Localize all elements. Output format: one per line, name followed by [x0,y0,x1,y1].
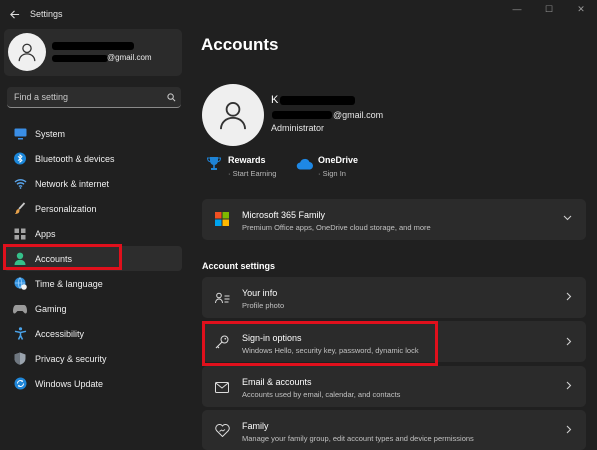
sidebar-item-label: Network & internet [35,178,110,189]
accounts-highlight-box [3,244,122,270]
microsoft-365-card[interactable]: Microsoft 365 Family Premium Office apps… [202,199,586,240]
sidebar-item-gaming[interactable]: Gaming [4,296,182,321]
back-arrow-icon [9,9,19,19]
chevron-right-icon[interactable] [566,381,572,393]
mail-icon [214,379,230,395]
sidebar-item-personalization[interactable]: Personalization [4,196,182,221]
family-title: Family [242,421,269,431]
avatar[interactable] [202,84,264,146]
redacted-email [52,55,108,62]
close-button[interactable]: ✕ [565,0,597,18]
rewards-sub-text: Start Earning [232,169,277,178]
sidebar-item-time-language[interactable]: Time & language [4,271,182,296]
section-heading: Account settings [202,261,276,271]
sidebar-item-bluetooth[interactable]: Bluetooth & devices [4,146,182,171]
your-info-subtitle: Profile photo [242,301,285,310]
update-icon [13,377,27,391]
chevron-right-icon[interactable] [566,292,572,304]
monitor-icon [13,127,27,141]
accessibility-icon [13,327,27,341]
cloud-icon [296,156,313,172]
onedrive-label: OneDrive [318,155,359,165]
your-info-title: Your info [242,288,278,298]
rewards-sub: · Start Earning [228,169,277,178]
person-icon [18,43,36,62]
sidebar-item-label: Gaming [35,303,67,314]
sidebar-profile[interactable]: @gmail.com [4,29,182,76]
sidebar-item-label: Windows Update [35,378,104,389]
your-info-card[interactable]: Your info Profile photo [202,277,586,318]
rewards-label: Rewards [228,155,266,165]
avatar [8,33,46,71]
apps-icon [13,227,27,241]
search-icon[interactable] [161,92,181,102]
title-bar: Settings — ☐ ✕ [0,0,597,28]
sidebar-item-label: Bluetooth & devices [35,153,115,164]
sidebar-item-label: Privacy & security [35,353,107,364]
minimize-button[interactable]: — [501,0,533,18]
back-button[interactable] [2,0,26,28]
sign-in-highlight-box [202,321,438,366]
onedrive-link[interactable]: OneDrive · Sign In [296,155,358,178]
chevron-right-icon[interactable] [566,337,572,349]
sidebar-item-label: System [35,128,66,139]
maximize-button[interactable]: ☐ [533,0,565,18]
family-card[interactable]: Family Manage your family group, edit ac… [202,410,586,450]
family-subtitle: Manage your family group, edit account t… [242,434,474,443]
email-accounts-card[interactable]: Email & accounts Accounts used by email,… [202,366,586,407]
person-icon [220,102,246,130]
profile-email: @gmail.com [107,53,152,62]
bluetooth-icon [13,152,27,166]
search-input[interactable]: Find a setting [7,87,181,108]
email-accounts-subtitle: Accounts used by email, calendar, and co… [242,390,401,399]
redacted-name [52,42,134,50]
chevron-right-icon[interactable] [566,425,572,437]
brush-icon [13,202,27,216]
search-placeholder: Find a setting [14,92,69,102]
sidebar-item-system[interactable]: System [4,121,182,146]
redacted-name [280,96,355,105]
shield-icon [13,352,27,366]
heart-icon [214,422,230,438]
sidebar-item-label: Time & language [35,278,103,289]
sidebar-item-apps[interactable]: Apps [4,221,182,246]
sidebar-item-windows-update[interactable]: Windows Update [4,371,182,396]
chevron-down-icon[interactable] [563,213,572,224]
globe-clock-icon [13,277,27,291]
trophy-icon [206,156,222,172]
onedrive-sub-text: Sign In [322,169,346,178]
onedrive-sub: · Sign In [318,169,346,178]
m365-title: Microsoft 365 Family [242,210,326,220]
sidebar-item-label: Personalization [35,203,97,214]
window-title: Settings [30,9,63,19]
redacted-email [272,111,332,119]
sidebar-item-label: Accessibility [35,328,85,339]
user-name-initial: K [271,94,279,106]
sidebar-item-accessibility[interactable]: Accessibility [4,321,182,346]
sidebar-item-label: Apps [35,228,56,239]
person-card-icon [214,290,230,306]
gamepad-icon [13,302,27,316]
sidebar-item-privacy-security[interactable]: Privacy & security [4,346,182,371]
page-title: Accounts [201,35,279,54]
email-accounts-title: Email & accounts [242,377,312,387]
rewards-link[interactable]: Rewards · Start Earning [206,155,276,178]
user-email: @gmail.com [333,110,384,120]
wifi-icon [13,177,27,191]
microsoft-logo-icon [214,211,230,227]
sidebar-item-network[interactable]: Network & internet [4,171,182,196]
user-role: Administrator [271,123,325,133]
m365-subtitle: Premium Office apps, OneDrive cloud stor… [242,223,431,232]
